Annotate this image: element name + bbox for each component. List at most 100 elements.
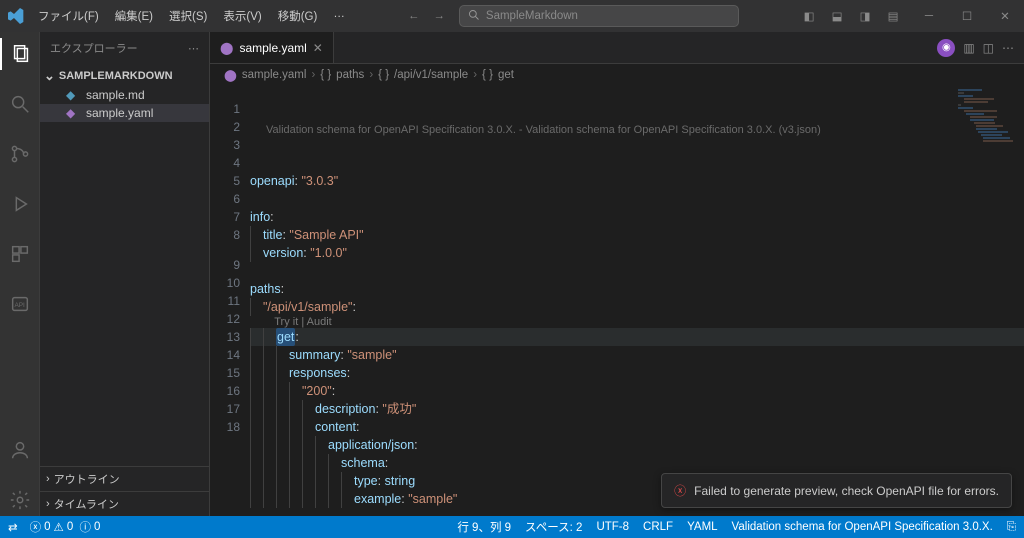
chevron-down-icon xyxy=(44,68,55,84)
cursor-position[interactable]: 行 9、列 9 xyxy=(457,519,511,535)
breadcrumb-seg[interactable]: /api/v1/sample xyxy=(394,69,468,81)
layout-panel-icon[interactable]: ⬓ xyxy=(824,9,850,23)
menu-select[interactable]: 選択(S) xyxy=(163,4,213,28)
code-line[interactable]: "/api/v1/sample": xyxy=(250,298,1024,316)
menu-file[interactable]: ファイル(F) xyxy=(32,4,105,28)
language-mode[interactable]: YAML xyxy=(687,521,717,533)
eol[interactable]: CRLF xyxy=(643,521,673,533)
feedback-icon[interactable]: ⎘ xyxy=(1007,521,1016,534)
activity-settings-icon[interactable] xyxy=(0,484,40,516)
preview-swagger-icon[interactable]: ◉ xyxy=(937,39,955,57)
app-icon xyxy=(0,8,32,24)
command-center[interactable]: SampleMarkdown xyxy=(459,5,739,27)
code-area[interactable]: Validation schema for OpenAPI Specificat… xyxy=(250,86,1024,516)
brace-icon: { } xyxy=(320,69,331,81)
outline-section[interactable]: アウトライン xyxy=(40,466,209,491)
menu-bar: ファイル(F) 編集(E) 選択(S) 表示(V) 移動(G) … xyxy=(32,4,351,28)
remote-button[interactable]: ⇄ xyxy=(8,520,18,534)
menu-go[interactable]: 移動(G) xyxy=(272,4,324,28)
titlebar: ファイル(F) 編集(E) 選択(S) 表示(V) 移動(G) … ← → Sa… xyxy=(0,0,1024,32)
tab-label: sample.yaml xyxy=(239,41,306,55)
main-area: API エクスプローラー ⋯ SAMPLEMARKDOWN ◆ sample.md… xyxy=(0,32,1024,516)
yaml-icon: ⬤ xyxy=(220,41,233,55)
code-line[interactable]: application/json: xyxy=(250,436,1024,454)
menu-view[interactable]: 表示(V) xyxy=(217,4,267,28)
editor-body[interactable]: 123456789101112131415161718 Validation s… xyxy=(210,86,1024,516)
split-editor-icon[interactable]: ▥ xyxy=(963,41,974,55)
sidebar-more-icon[interactable]: ⋯ xyxy=(188,42,199,55)
tab-more-icon[interactable]: ⋯ xyxy=(1002,41,1014,55)
code-line[interactable]: summary: "sample" xyxy=(250,346,1024,364)
layout-controls: ◧ ⬓ ◨ ▤ xyxy=(796,9,910,23)
file-item[interactable]: ◆ sample.md xyxy=(40,86,209,104)
layout-sidebar-left-icon[interactable]: ◧ xyxy=(796,9,822,23)
activity-explorer-icon[interactable] xyxy=(0,38,40,70)
codelens[interactable]: Try it | Audit xyxy=(250,316,1024,328)
breadcrumb-seg[interactable]: paths xyxy=(336,69,364,81)
activity-account-icon[interactable] xyxy=(0,434,40,466)
activity-search-icon[interactable] xyxy=(0,88,40,120)
minimap[interactable] xyxy=(958,88,1018,158)
nav-back-icon[interactable]: ← xyxy=(408,10,420,22)
status-bar: ⇄ ⓧ 0 ⚠ 0 ⓘ 0 行 9、列 9 スペース: 2 UTF-8 CRLF… xyxy=(0,516,1024,538)
problems-button[interactable]: ⓧ 0 ⚠ 0 ⓘ 0 xyxy=(30,519,101,535)
md-icon: ◆ xyxy=(66,88,80,102)
code-line[interactable] xyxy=(250,262,1024,280)
menu-more[interactable]: … xyxy=(327,4,351,28)
code-line[interactable]: version: "1.0.0" xyxy=(250,244,1024,262)
search-icon xyxy=(468,9,480,24)
file-name: sample.yaml xyxy=(86,106,153,120)
code-line[interactable]: title: "Sample API" xyxy=(250,226,1024,244)
menu-edit[interactable]: 編集(E) xyxy=(109,4,159,28)
code-line[interactable]: description: "成功" xyxy=(250,400,1024,418)
code-line[interactable]: content: xyxy=(250,418,1024,436)
layout-sidebar-right-icon[interactable]: ◨ xyxy=(852,9,878,23)
indentation[interactable]: スペース: 2 xyxy=(525,519,582,535)
file-name: sample.md xyxy=(86,88,145,102)
breadcrumb[interactable]: ⬤ sample.yaml › { } paths › { } /api/v1/… xyxy=(210,64,1024,86)
code-line[interactable]: responses: xyxy=(250,364,1024,382)
code-line[interactable] xyxy=(250,190,1024,208)
schema-status[interactable]: Validation schema for OpenAPI Specificat… xyxy=(732,521,993,533)
editor: ⬤ sample.yaml ✕ ◉ ▥ ◫ ⋯ ⬤ sample.yaml › … xyxy=(210,32,1024,516)
activity-openapi-icon[interactable]: API xyxy=(0,288,40,320)
sidebar-folder: SAMPLEMARKDOWN ◆ sample.md ◆sample.yaml xyxy=(40,64,209,124)
yaml-icon: ⬤ xyxy=(224,68,237,82)
error-notification[interactable]: ⓧ Failed to generate preview, check Open… xyxy=(661,473,1012,508)
activity-extensions-icon[interactable] xyxy=(0,238,40,270)
breadcrumb-file[interactable]: sample.yaml xyxy=(242,69,307,81)
code-line[interactable]: get: xyxy=(250,328,1024,346)
error-icon: ⓧ xyxy=(674,482,686,499)
activity-scm-icon[interactable] xyxy=(0,138,40,170)
diff-icon[interactable]: ◫ xyxy=(983,41,994,55)
folder-header[interactable]: SAMPLEMARKDOWN xyxy=(40,66,209,86)
chevron-right-icon xyxy=(46,498,50,510)
code-line[interactable]: schema: xyxy=(250,454,1024,472)
brace-icon: { } xyxy=(482,69,493,81)
editor-tabs: ⬤ sample.yaml ✕ ◉ ▥ ◫ ⋯ xyxy=(210,32,1024,64)
close-icon[interactable]: ✕ xyxy=(313,41,323,55)
layout-customize-icon[interactable]: ▤ xyxy=(880,9,906,23)
brace-icon: { } xyxy=(378,69,389,81)
timeline-section[interactable]: タイムライン xyxy=(40,491,209,516)
activity-debug-icon[interactable] xyxy=(0,188,40,220)
code-line[interactable]: openapi: "3.0.3" xyxy=(250,172,1024,190)
file-item[interactable]: ◆sample.yaml xyxy=(40,104,209,122)
minimize-button[interactable]: ─ xyxy=(910,0,948,32)
nav-forward-icon[interactable]: → xyxy=(433,10,445,22)
code-line[interactable]: info: xyxy=(250,208,1024,226)
notification-text: Failed to generate preview, check OpenAP… xyxy=(694,484,999,498)
maximize-button[interactable]: ☐ xyxy=(948,0,986,32)
tab-sample-yaml[interactable]: ⬤ sample.yaml ✕ xyxy=(210,32,334,63)
svg-text:API: API xyxy=(14,302,25,309)
window-controls: ─ ☐ ✕ xyxy=(910,0,1024,32)
breadcrumb-seg[interactable]: get xyxy=(498,69,514,81)
nav-arrows: ← → xyxy=(408,10,445,22)
code-line[interactable]: paths: xyxy=(250,280,1024,298)
schema-hint: Validation schema for OpenAPI Specificat… xyxy=(250,124,1024,136)
sidebar: エクスプローラー ⋯ SAMPLEMARKDOWN ◆ sample.md ◆sam… xyxy=(40,32,210,516)
sidebar-header: エクスプローラー ⋯ xyxy=(40,32,209,64)
encoding[interactable]: UTF-8 xyxy=(596,521,629,533)
code-line[interactable]: "200": xyxy=(250,382,1024,400)
close-button[interactable]: ✕ xyxy=(986,0,1024,32)
